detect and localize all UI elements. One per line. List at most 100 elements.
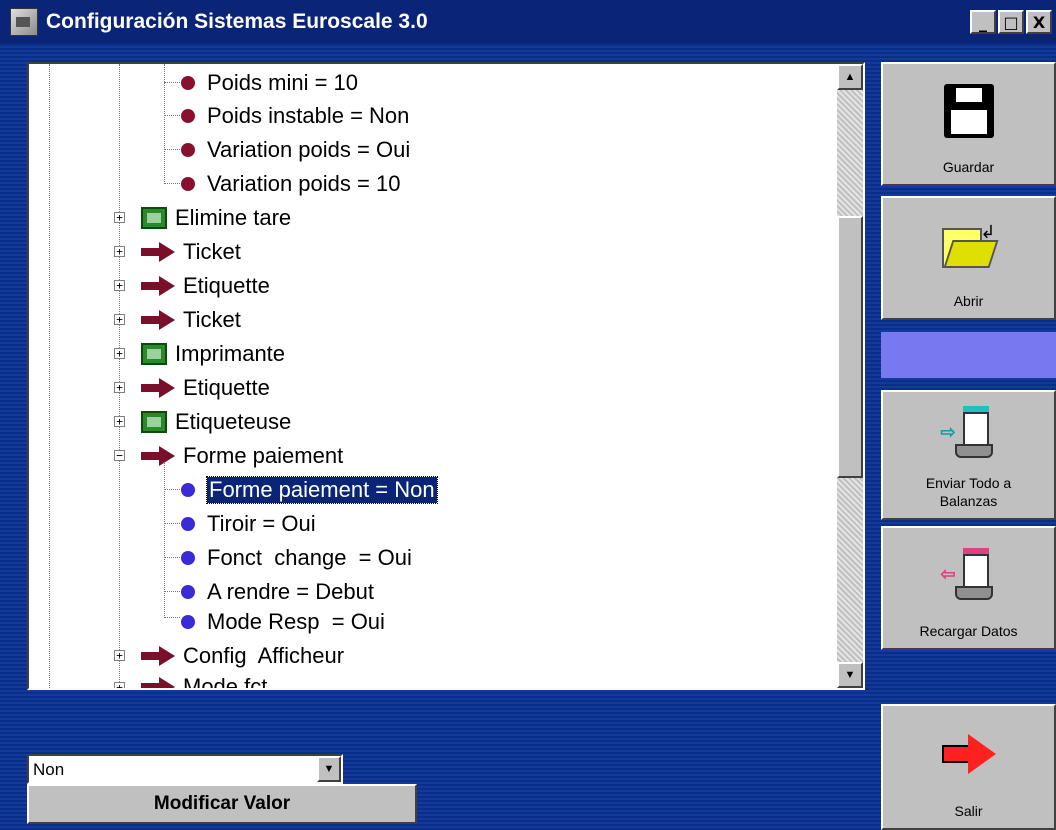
- expand-toggle[interactable]: +: [114, 382, 125, 393]
- expand-toggle[interactable]: +: [114, 280, 125, 291]
- save-label: Guardar: [942, 159, 995, 175]
- expand-toggle[interactable]: +: [114, 682, 125, 688]
- maximize-button[interactable]: □: [998, 10, 1024, 34]
- tree-item-label: A rendre = Debut: [207, 578, 374, 604]
- tree-item[interactable]: Etiqueteuse: [141, 405, 291, 438]
- scroll-down-button[interactable]: ▼: [837, 662, 863, 688]
- circuit-board-icon: [141, 342, 167, 365]
- tree-item[interactable]: Ticket: [141, 235, 241, 268]
- floppy-disk-icon: [943, 84, 994, 138]
- arrow-right-icon: [141, 241, 175, 263]
- config-tree[interactable]: Poids mini = 10 Poids instable = Non Var…: [29, 64, 837, 688]
- arrow-right-icon: [141, 645, 175, 667]
- collapse-toggle[interactable]: −: [114, 450, 125, 461]
- scale-receive-icon: ⇦: [941, 548, 997, 602]
- tree-item[interactable]: Elimine tare: [141, 201, 291, 234]
- dropdown-arrow-icon[interactable]: ▼: [317, 756, 341, 782]
- tree-item-label: Ticket: [183, 306, 241, 332]
- tree-item-label: Mode fct: [183, 673, 268, 689]
- tree-item-label: Ticket: [183, 238, 241, 264]
- tree-item-label: Fonct change = Oui: [207, 544, 412, 570]
- app-icon: [10, 8, 38, 36]
- value-select-current: Non: [33, 760, 65, 779]
- tree-item-label: Variation poids = Oui: [207, 136, 411, 162]
- value-select[interactable]: Non ▼: [27, 754, 343, 784]
- scale-send-icon: ⇨: [941, 406, 997, 460]
- expand-toggle[interactable]: +: [114, 650, 125, 661]
- exit-button[interactable]: Salir: [881, 704, 1056, 830]
- tree-item-label: Imprimante: [175, 340, 286, 366]
- expand-toggle[interactable]: +: [114, 348, 125, 359]
- tree-item-label: Variation poids = 10: [207, 170, 401, 196]
- arrow-right-icon: [141, 275, 175, 297]
- expand-toggle[interactable]: +: [114, 246, 125, 257]
- folder-open-icon: ↲: [941, 222, 999, 268]
- expand-toggle[interactable]: +: [114, 212, 125, 223]
- blue-dot-icon: [181, 516, 195, 531]
- send-label-line2: Balanzas: [939, 493, 998, 509]
- circuit-board-icon: [141, 410, 167, 433]
- tree-item[interactable]: Imprimante: [141, 337, 285, 370]
- window-title: Configuración Sistemas Euroscale 3.0: [46, 10, 428, 33]
- send-all-button[interactable]: ⇨ Enviar Todo a Balanzas: [881, 390, 1056, 520]
- tree-item[interactable]: Etiquette: [141, 269, 270, 302]
- tree-item[interactable]: Forme paiement: [141, 439, 343, 472]
- close-button[interactable]: X: [1026, 10, 1052, 34]
- exit-arrow-icon: [941, 734, 996, 774]
- red-dot-icon: [181, 75, 195, 90]
- tree-item[interactable]: Mode fct: [141, 670, 267, 688]
- tree-item-label: Poids instable = Non: [207, 102, 410, 128]
- status-panel: [881, 332, 1056, 378]
- red-dot-icon: [181, 108, 195, 123]
- tree-item[interactable]: Ticket: [141, 303, 241, 336]
- reload-label: Recargar Datos: [919, 623, 1018, 639]
- tree-item[interactable]: Fonct change = Oui: [181, 541, 412, 574]
- red-dot-icon: [181, 142, 195, 157]
- tree-item[interactable]: Tiroir = Oui: [181, 507, 316, 540]
- expand-toggle[interactable]: +: [114, 416, 125, 427]
- tree-item[interactable]: Variation poids = 10: [181, 167, 400, 200]
- tree-guide-line: [164, 452, 165, 618]
- tree-item-selected[interactable]: Forme paiement = Non: [181, 473, 438, 506]
- arrow-right-icon: [141, 377, 175, 399]
- tree-guide-line: [49, 64, 50, 688]
- tree-item[interactable]: Mode Resp = Oui: [181, 605, 385, 638]
- tree-item-label: Poids mini = 10: [207, 69, 359, 95]
- tree-scrollbar[interactable]: ▲ ▼: [837, 64, 863, 688]
- title-bar: Configuración Sistemas Euroscale 3.0 _ □…: [0, 0, 1056, 44]
- arrow-right-icon: [141, 309, 175, 331]
- expand-toggle[interactable]: +: [114, 314, 125, 325]
- reload-button[interactable]: ⇦ Recargar Datos: [881, 526, 1056, 650]
- blue-dot-icon: [181, 550, 195, 565]
- tree-item[interactable]: Variation poids = Oui: [181, 133, 410, 166]
- blue-dot-icon: [181, 614, 195, 629]
- open-label: Abrir: [953, 293, 984, 309]
- tree-item-label: Etiquette: [183, 374, 270, 400]
- tree-item[interactable]: Poids instable = Non: [181, 99, 409, 132]
- scroll-thumb[interactable]: [837, 216, 863, 478]
- tree-item-label: Forme paiement: [183, 442, 344, 468]
- open-button[interactable]: ↲ Abrir: [881, 196, 1056, 320]
- blue-dot-icon: [181, 482, 195, 497]
- save-button[interactable]: Guardar: [881, 62, 1056, 186]
- minimize-button[interactable]: _: [970, 10, 996, 34]
- modify-value-button[interactable]: Modificar Valor: [27, 784, 417, 824]
- circuit-board-icon: [141, 206, 167, 229]
- tree-guide-line: [119, 64, 120, 688]
- tree-item-label: Tiroir = Oui: [207, 510, 316, 536]
- blue-dot-icon: [181, 584, 195, 599]
- tree-item[interactable]: Config Afficheur: [141, 639, 344, 672]
- red-dot-icon: [181, 176, 195, 191]
- scroll-up-button[interactable]: ▲: [837, 64, 863, 90]
- tree-item[interactable]: Etiquette: [141, 371, 270, 404]
- tree-item-label: Config Afficheur: [183, 642, 345, 668]
- arrow-right-icon: [141, 676, 175, 688]
- tree-item[interactable]: Poids mini = 10: [181, 66, 358, 99]
- tree-item[interactable]: A rendre = Debut: [181, 575, 374, 608]
- window-controls: _ □ X: [970, 10, 1052, 34]
- tree-item-label: Etiquette: [183, 272, 270, 298]
- tree-item-label: Mode Resp = Oui: [207, 608, 385, 634]
- arrow-right-icon: [141, 445, 175, 467]
- tree-item-label: Forme paiement = Non: [206, 475, 438, 504]
- config-tree-panel: Poids mini = 10 Poids instable = Non Var…: [27, 62, 865, 690]
